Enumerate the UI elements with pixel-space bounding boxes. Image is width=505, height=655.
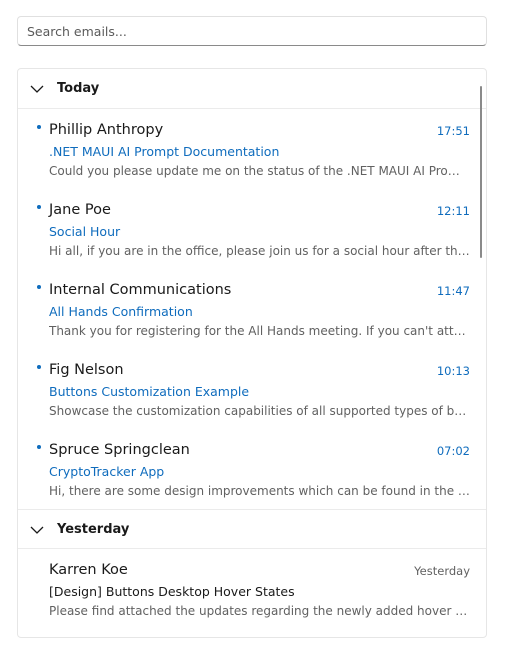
email-time: 11:47 <box>436 284 470 298</box>
email-item[interactable]: Karren Koe Yesterday [Design] Buttons De… <box>18 549 486 629</box>
unread-dot-icon <box>37 205 41 209</box>
chevron-down-icon[interactable] <box>29 523 45 537</box>
unread-dot-icon <box>37 285 41 289</box>
group-title: Yesterday <box>57 521 130 537</box>
email-preview: Hi all, if you are in the office, please… <box>49 244 471 258</box>
email-time: 17:51 <box>436 124 470 138</box>
scrollbar-thumb[interactable] <box>480 86 482 258</box>
email-preview: Showcase the customization capabilities … <box>49 404 471 418</box>
email-sender: Karren Koe <box>49 562 128 578</box>
unread-dot-icon <box>37 365 41 369</box>
search-input[interactable] <box>18 17 486 45</box>
chevron-down-icon[interactable] <box>29 82 45 96</box>
email-subject: [Design] Buttons Desktop Hover States <box>49 584 295 599</box>
email-list[interactable]: Today Phillip Anthropy 17:51 .NET MAUI A… <box>17 68 487 638</box>
email-sender: Spruce Springclean <box>49 442 190 458</box>
email-item[interactable]: Fig Nelson 10:13 Buttons Customization E… <box>18 349 486 429</box>
email-item[interactable]: Spruce Springclean 07:02 CryptoTracker A… <box>18 429 486 509</box>
search-box[interactable] <box>17 16 487 46</box>
email-time: 07:02 <box>436 444 470 458</box>
group-header-today[interactable]: Today <box>18 69 486 109</box>
email-preview: Could you please update me on the status… <box>49 164 471 178</box>
email-time: Yesterday <box>414 564 470 578</box>
email-preview: Please find attached the updates regardi… <box>49 604 471 618</box>
email-sender: Internal Communications <box>49 282 232 298</box>
email-item[interactable]: Jane Poe 12:11 Social Hour Hi all, if yo… <box>18 189 486 269</box>
email-sender: Phillip Anthropy <box>49 122 164 138</box>
email-item[interactable]: Internal Communications 11:47 All Hands … <box>18 269 486 349</box>
email-preview: Hi, there are some design improvements w… <box>49 484 471 498</box>
email-subject: All Hands Confirmation <box>49 304 193 319</box>
group-title: Today <box>57 81 100 96</box>
email-preview: Thank you for registering for the All Ha… <box>49 324 471 338</box>
group-header-yesterday[interactable]: Yesterday <box>18 509 486 549</box>
email-subject: .NET MAUI AI Prompt Documentation <box>49 144 280 159</box>
email-subject: Social Hour <box>49 224 121 239</box>
email-item[interactable]: Phillip Anthropy 17:51 .NET MAUI AI Prom… <box>18 109 486 189</box>
email-subject: Buttons Customization Example <box>49 384 250 399</box>
email-subject: CryptoTracker App <box>49 464 165 479</box>
unread-dot-icon <box>37 445 41 449</box>
email-time: 12:11 <box>436 204 470 218</box>
email-time: 10:13 <box>436 364 470 378</box>
unread-dot-icon <box>37 125 41 129</box>
email-sender: Jane Poe <box>49 202 111 218</box>
email-sender: Fig Nelson <box>49 362 124 378</box>
